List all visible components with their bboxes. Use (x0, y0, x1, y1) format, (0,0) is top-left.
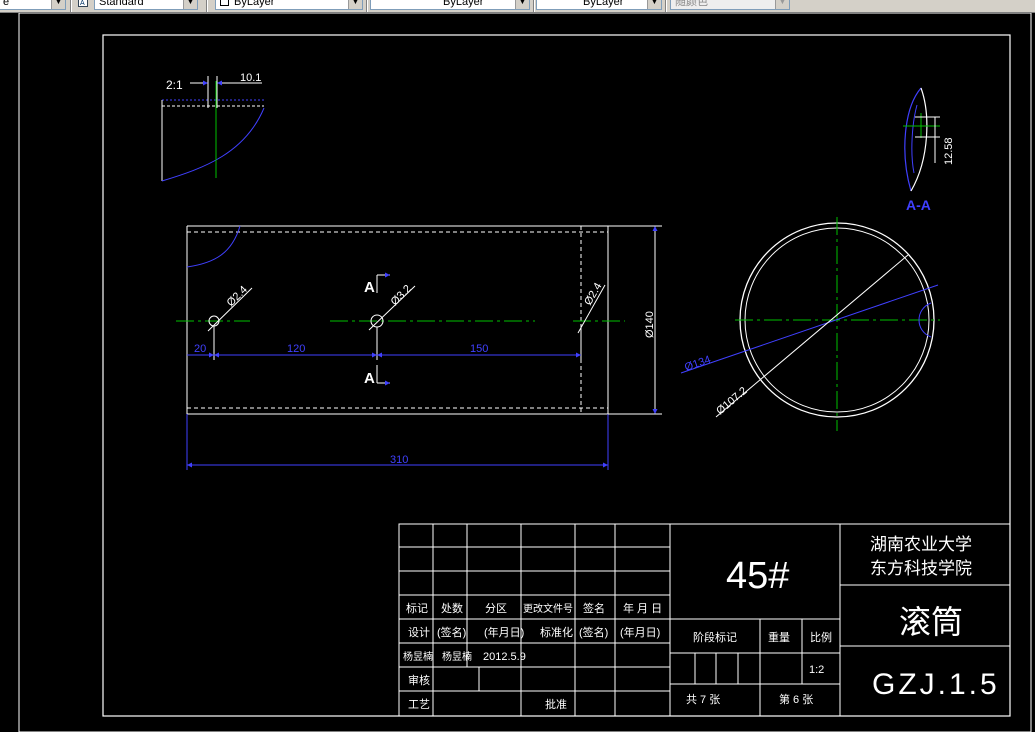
section-mark-bottom: A (364, 370, 375, 387)
first-dropdown-value: e (3, 0, 10, 8)
stage-mark-label: 阶段标记 (693, 630, 737, 644)
layer-dropdown[interactable]: ByLayer ▼ (215, 0, 363, 10)
lineweight-value: ByLayer (583, 0, 624, 8)
color-swatch-icon (220, 0, 229, 6)
design-label: 设计 (408, 626, 430, 639)
header-label: 签名 (583, 601, 605, 615)
sheet-number: 第 6 张 (779, 692, 813, 706)
dia-right-text: Ø2.4 (582, 281, 604, 308)
section-hatch-arc (911, 104, 918, 174)
header-label: 分区 (485, 602, 507, 615)
dia-inner-text: Ø107.2 (714, 385, 749, 417)
chevron-down-icon[interactable]: ▼ (51, 0, 65, 9)
height-text: Ø140 (644, 311, 656, 338)
dim-120-text: 120 (287, 343, 305, 355)
header-label: 年 月 日 (623, 601, 662, 615)
toolbar-separator (533, 0, 535, 12)
design-date: 2012.5.9 (483, 651, 526, 663)
detail-scale-label: 2:1 (166, 78, 183, 92)
header-label: 处数 (441, 602, 463, 615)
design-label: (年月日) (484, 625, 524, 639)
dim-150-text: 150 (470, 343, 488, 355)
chevron-down-icon[interactable]: ▼ (647, 0, 661, 9)
section-label: A-A (906, 197, 931, 213)
approve-label: 批准 (545, 697, 567, 711)
chevron-down-icon[interactable]: ▼ (775, 0, 789, 9)
section-dim-text: 12.58 (943, 137, 955, 165)
sheet-outer-border (18, 13, 1032, 732)
first-dropdown[interactable]: e ▼ (0, 0, 66, 10)
plot-style-value: 随颜色 (675, 0, 708, 8)
chevron-down-icon[interactable]: ▼ (348, 0, 362, 9)
school-name-line2: 东方科技学院 (870, 559, 972, 578)
header-label: 标记 (406, 601, 428, 615)
part-name: 滚筒 (899, 604, 963, 640)
design-label: (签名) (579, 625, 608, 639)
plot-style-dropdown[interactable]: 随颜色 ▼ (670, 0, 790, 10)
leader-line (680, 284, 939, 374)
drawing-canvas[interactable]: 2:1 10.1 12.58 A-A Ø2.4 Ø3.2 Ø2.4 A A 20… (0, 13, 1035, 732)
section-inner-arc (910, 87, 928, 192)
design-label: (签名) (437, 625, 466, 639)
detail-view: 2:1 10.1 (161, 72, 265, 182)
detail-curve (161, 107, 265, 182)
process-label: 工艺 (408, 698, 430, 711)
front-view: Ø2.4 Ø3.2 Ø2.4 A A 20 120 150 310 Ø140 (176, 225, 662, 470)
text-style-icon[interactable]: A (78, 0, 88, 7)
dim-20-text: 20 (194, 343, 206, 355)
dia-middle-text: Ø3.2 (389, 283, 414, 308)
dia-left-text: Ø2.4 (225, 284, 250, 309)
layer-value: ByLayer (234, 0, 275, 8)
linetype-dropdown[interactable]: ByLayer ▼ (370, 0, 530, 10)
linetype-value: ByLayer (443, 0, 484, 8)
toolbar-separator (665, 0, 667, 12)
material-text: 45# (726, 555, 789, 597)
side-view: Ø134 Ø107.2 (680, 217, 940, 431)
weight-label: 重量 (768, 630, 790, 644)
ratio-value: 1:2 (809, 664, 824, 676)
properties-toolbar: e ▼ A Standard ▼ ByLayer ▼ ByLayer ▼ ByL… (0, 0, 1035, 13)
toolbar-separator (366, 0, 368, 12)
text-style-dropdown[interactable]: Standard ▼ (94, 0, 198, 10)
design-label: 标准化 (540, 625, 573, 639)
design-label: (年月日) (620, 625, 660, 639)
total-sheets: 共 7 张 (686, 693, 720, 706)
toolbar-separator (70, 0, 72, 12)
designer-name: 杨昱楠 (442, 650, 472, 663)
section-mark-top: A (364, 279, 375, 296)
length-text: 310 (390, 454, 408, 466)
chevron-down-icon[interactable]: ▼ (515, 0, 529, 9)
drawing-number: GZJ.1.5 (872, 668, 1000, 701)
title-block-text: 标记 处数 分区 更改文件号 签名 年 月 日 设计 (签名) (年月日) 标准… (403, 535, 1000, 711)
school-name-line1: 湖南农业大学 (870, 535, 972, 554)
designer-name: 杨昱楠 (403, 650, 433, 663)
toolbar-separator (206, 0, 208, 12)
header-label: 更改文件号 (523, 602, 573, 615)
section-view: 12.58 A-A (903, 87, 955, 213)
dia-outer-text: Ø134 (683, 354, 712, 374)
review-label: 审核 (408, 673, 430, 687)
svg-text:A: A (80, 0, 85, 7)
chevron-down-icon[interactable]: ▼ (183, 0, 197, 9)
ratio-label: 比例 (810, 630, 832, 644)
lineweight-dropdown[interactable]: ByLayer ▼ (536, 0, 662, 10)
detail-dim-text: 10.1 (240, 72, 261, 84)
text-style-value: Standard (99, 0, 144, 8)
